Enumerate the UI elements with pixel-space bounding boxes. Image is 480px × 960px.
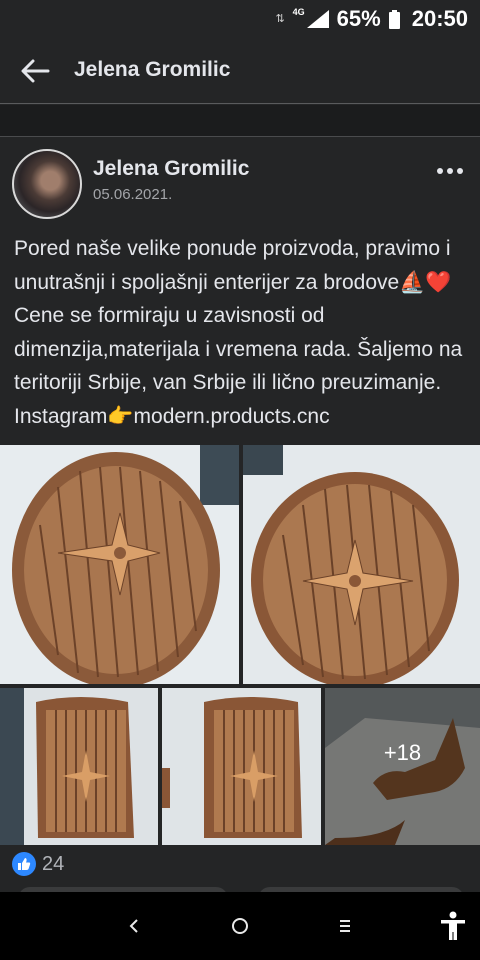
clock: 20:50: [411, 6, 468, 31]
post-author[interactable]: Jelena Gromilic: [93, 157, 249, 181]
more-photos-overlay: +18: [325, 688, 480, 845]
status-indicators: ⇅ 4G 65% 20:50: [275, 6, 468, 32]
teak-panel-door-2-photo[interactable]: [162, 688, 321, 845]
system-nav-bar: [0, 892, 480, 960]
more-horizontal-icon: [437, 168, 443, 174]
data-arrows-icon: ⇅: [275, 12, 285, 25]
accessibility-button[interactable]: [436, 910, 470, 942]
teak-panel-door-photo[interactable]: [0, 688, 158, 845]
feed-separator: [0, 105, 480, 137]
more-options-button[interactable]: [434, 163, 466, 179]
oval-teak-table-photo[interactable]: [0, 445, 239, 684]
more-photos-count: +18: [383, 739, 422, 765]
arrow-left-icon: [21, 59, 50, 83]
post-date[interactable]: 05.06.2021.: [93, 186, 172, 203]
accessibility-icon: [441, 911, 465, 940]
avatar[interactable]: [12, 149, 82, 219]
app-bar: Jelena Gromilic: [0, 38, 480, 104]
post-text: Pored naše velike ponude proizvoda, prav…: [14, 237, 463, 428]
nav-home-button[interactable]: [223, 910, 257, 942]
nav-recents-button[interactable]: [328, 910, 362, 942]
status-bar: ⇅ 4G 65% 20:50: [0, 0, 480, 38]
post-card: Jelena Gromilic 05.06.2021. Pored naše v…: [0, 137, 480, 901]
oval-teak-table-angled-photo[interactable]: [243, 445, 480, 684]
nav-home-icon: [232, 918, 248, 934]
nav-recents-icon: [340, 920, 350, 932]
page-title: Jelena Gromilic: [74, 58, 231, 81]
reaction-count: 24: [42, 852, 65, 875]
back-button[interactable]: [16, 54, 54, 88]
network-type-label: 4G: [292, 7, 305, 17]
nav-back-button[interactable]: [118, 910, 150, 942]
nav-back-icon: [129, 919, 138, 933]
battery-icon: [388, 9, 400, 29]
battery-percent: 65%: [336, 6, 381, 31]
signal-strength-icon: [306, 10, 329, 28]
like-icon: [12, 852, 36, 876]
sailboat-cutout-photo[interactable]: +18: [325, 688, 480, 845]
reactions-summary[interactable]: 24: [12, 850, 64, 878]
